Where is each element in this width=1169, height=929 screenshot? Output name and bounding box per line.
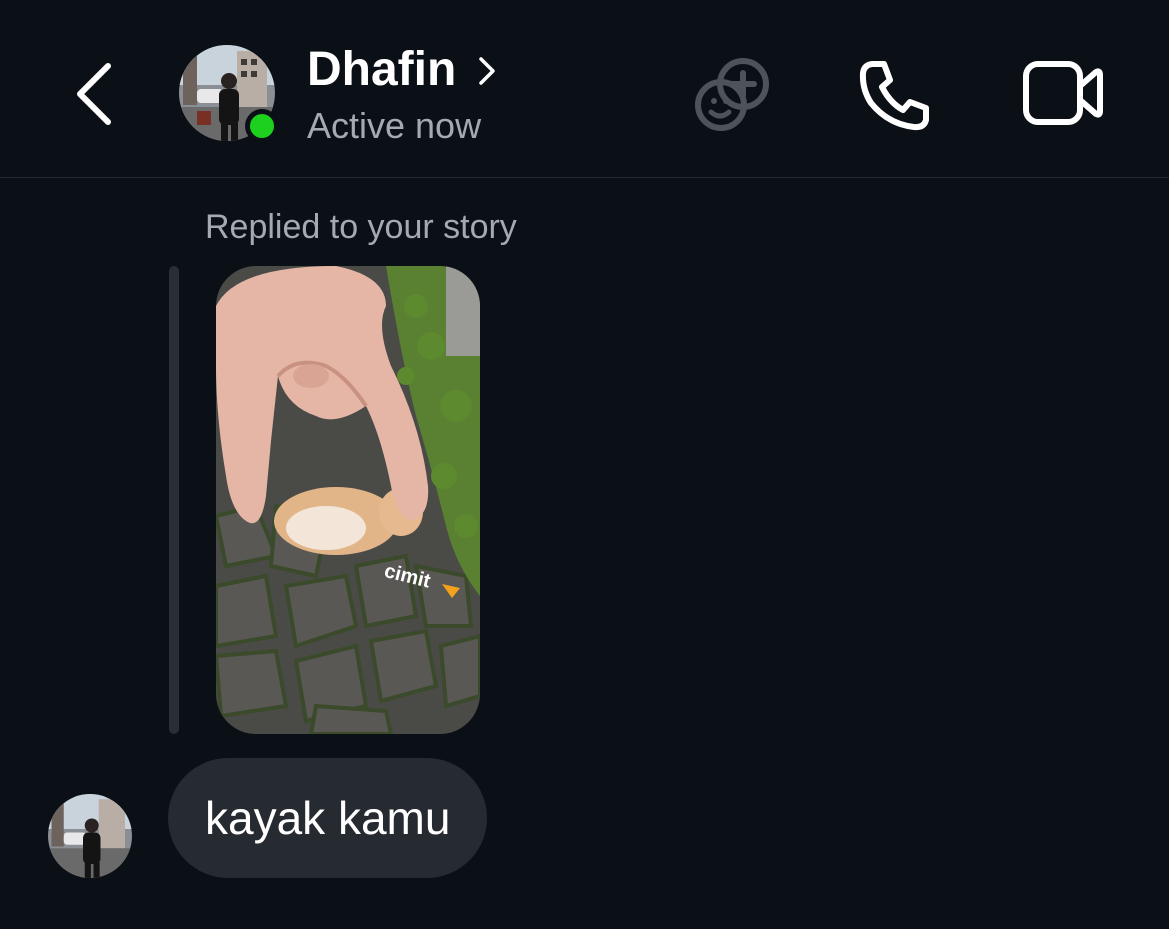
effects-button[interactable]	[692, 55, 772, 135]
online-status-dot	[245, 109, 279, 143]
video-camera-icon	[1023, 61, 1103, 125]
contact-name[interactable]: Dhafin	[307, 42, 456, 98]
story-reply-label: Replied to your story	[205, 208, 517, 246]
message-bubble[interactable]: kayak kamu	[168, 758, 488, 878]
phone-icon	[859, 61, 929, 131]
contact-avatar[interactable]	[179, 45, 279, 143]
audio-call-button[interactable]	[858, 58, 932, 132]
back-button[interactable]	[62, 54, 126, 134]
story-thumbnail[interactable]: cimit	[216, 266, 480, 734]
message-text: kayak kamu	[205, 792, 451, 844]
sender-avatar[interactable]	[48, 794, 132, 878]
chevron-left-icon	[77, 63, 111, 125]
chevron-right-icon[interactable]	[476, 54, 498, 88]
video-call-button[interactable]	[1022, 60, 1104, 126]
chat-header: Dhafin Active now	[0, 0, 1169, 178]
sticker-plus-icon	[695, 58, 769, 131]
active-status: Active now	[307, 105, 482, 146]
reply-quote-bar	[169, 266, 179, 734]
